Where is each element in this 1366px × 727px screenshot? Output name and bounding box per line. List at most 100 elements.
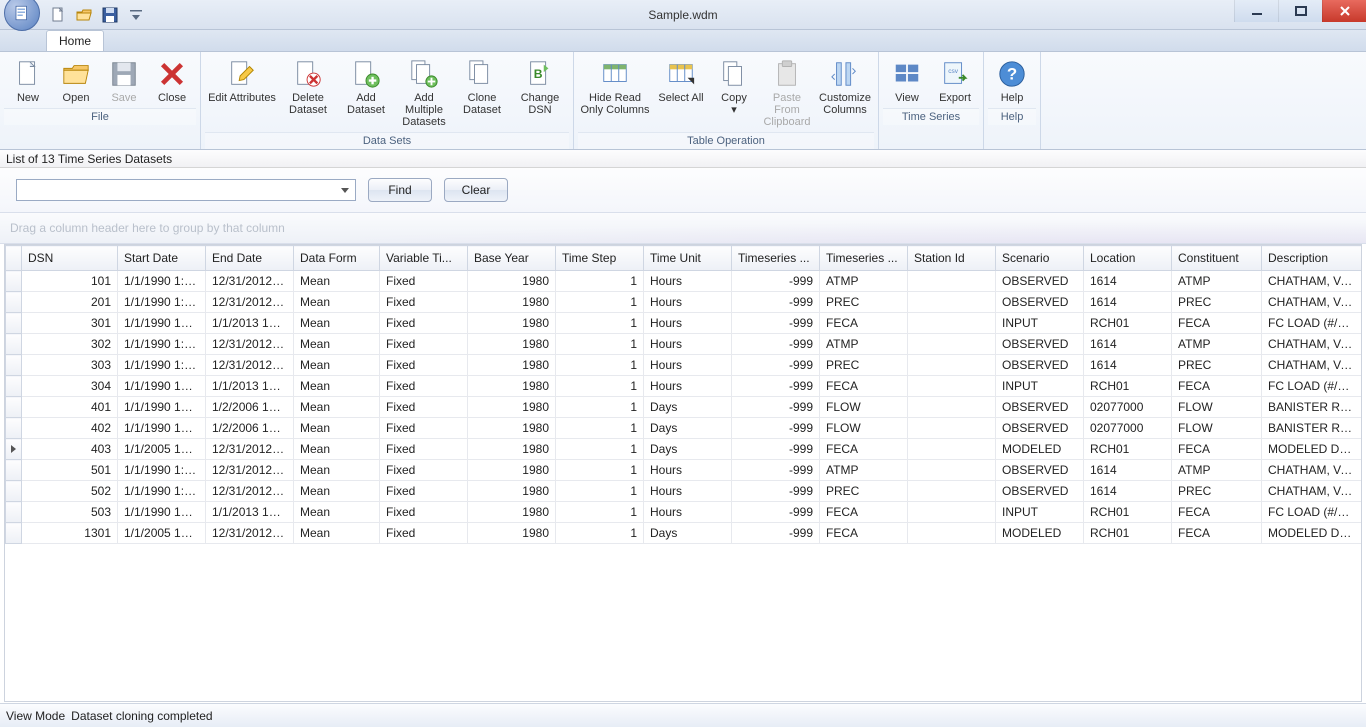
column-header[interactable]: Scenario bbox=[996, 246, 1084, 271]
grid-cell[interactable]: Days bbox=[644, 439, 732, 460]
open-folder-icon[interactable] bbox=[76, 7, 92, 23]
grid-cell[interactable]: 12/31/2012 1... bbox=[206, 271, 294, 292]
grid-cell[interactable]: 1/1/1990 12:0... bbox=[118, 397, 206, 418]
grid-cell[interactable]: 1/1/2005 12:0... bbox=[118, 439, 206, 460]
find-button[interactable]: Find bbox=[368, 178, 432, 202]
column-header[interactable]: End Date bbox=[206, 246, 294, 271]
grid-cell[interactable] bbox=[908, 271, 996, 292]
row-header[interactable] bbox=[6, 439, 22, 460]
grid-cell[interactable]: OBSERVED bbox=[996, 397, 1084, 418]
datasets-grid[interactable]: DSNStart DateEnd DateData FormVariable T… bbox=[5, 245, 1362, 544]
grid-cell[interactable] bbox=[908, 313, 996, 334]
column-header[interactable]: DSN bbox=[22, 246, 118, 271]
grid-cell[interactable]: Mean bbox=[294, 502, 380, 523]
grid-cell[interactable] bbox=[908, 355, 996, 376]
grid-cell[interactable] bbox=[908, 376, 996, 397]
close-button[interactable] bbox=[1322, 0, 1366, 22]
grid-cell[interactable]: OBSERVED bbox=[996, 292, 1084, 313]
grid-cell[interactable]: Hours bbox=[644, 313, 732, 334]
grid-cell[interactable]: ATMP bbox=[1172, 334, 1262, 355]
row-header[interactable] bbox=[6, 376, 22, 397]
grid-cell[interactable] bbox=[908, 502, 996, 523]
grid-cell[interactable]: FLOW bbox=[820, 397, 908, 418]
qat-dropdown-icon[interactable] bbox=[128, 7, 144, 23]
grid-cell[interactable]: Mean bbox=[294, 271, 380, 292]
table-row[interactable]: 13011/1/2005 12:0...12/31/2012 1...MeanF… bbox=[6, 523, 1362, 544]
table-row[interactable]: 4021/1/1990 12:0...1/2/2006 12:0...MeanF… bbox=[6, 418, 1362, 439]
grid-cell[interactable]: ATMP bbox=[820, 334, 908, 355]
grid-cell[interactable]: Fixed bbox=[380, 271, 468, 292]
grid-cell[interactable]: 12/31/2012 1... bbox=[206, 292, 294, 313]
grid-cell[interactable]: -999 bbox=[732, 418, 820, 439]
table-row[interactable]: 5021/1/1990 1:00...12/31/2012 1...MeanFi… bbox=[6, 481, 1362, 502]
grid-cell[interactable]: Fixed bbox=[380, 502, 468, 523]
grid-cell[interactable]: 403 bbox=[22, 439, 118, 460]
row-header[interactable] bbox=[6, 313, 22, 334]
grid-cell[interactable]: Mean bbox=[294, 313, 380, 334]
grid-cell[interactable]: RCH01 bbox=[1084, 502, 1172, 523]
new-file-icon[interactable] bbox=[50, 7, 66, 23]
grid-cell[interactable]: 1980 bbox=[468, 439, 556, 460]
row-header[interactable] bbox=[6, 355, 22, 376]
grid-cell[interactable] bbox=[908, 523, 996, 544]
grid-cell[interactable]: 301 bbox=[22, 313, 118, 334]
grid-cell[interactable]: ATMP bbox=[820, 460, 908, 481]
grid-cell[interactable]: OBSERVED bbox=[996, 271, 1084, 292]
grid-cell[interactable] bbox=[908, 481, 996, 502]
grid-cell[interactable]: Days bbox=[644, 418, 732, 439]
grid-cell[interactable]: 12/31/2012 1... bbox=[206, 481, 294, 502]
table-row[interactable]: 4031/1/2005 12:0...12/31/2012 1...MeanFi… bbox=[6, 439, 1362, 460]
grid-cell[interactable]: FECA bbox=[820, 376, 908, 397]
grid-cell[interactable]: Mean bbox=[294, 523, 380, 544]
grid-cell[interactable]: CHATHAM, VA ... bbox=[1262, 460, 1362, 481]
column-header[interactable]: Variable Ti... bbox=[380, 246, 468, 271]
row-header[interactable] bbox=[6, 271, 22, 292]
grid-cell[interactable]: MODELED bbox=[996, 523, 1084, 544]
grid-cell[interactable] bbox=[908, 292, 996, 313]
grid-cell[interactable]: 1 bbox=[556, 355, 644, 376]
column-header[interactable]: Base Year bbox=[468, 246, 556, 271]
grid-cell[interactable]: CHATHAM, VA ... bbox=[1262, 292, 1362, 313]
table-row[interactable]: 3041/1/1990 12:0...1/1/2013 12:0...MeanF… bbox=[6, 376, 1362, 397]
grid-cell[interactable]: PREC bbox=[1172, 355, 1262, 376]
grid-cell[interactable]: 1 bbox=[556, 502, 644, 523]
grid-cell[interactable]: 1980 bbox=[468, 355, 556, 376]
grid-cell[interactable]: FLOW bbox=[1172, 397, 1262, 418]
grid-cell[interactable]: 1980 bbox=[468, 376, 556, 397]
grid-cell[interactable]: BANISTER RIVE... bbox=[1262, 397, 1362, 418]
grid-cell[interactable]: PREC bbox=[1172, 292, 1262, 313]
grid-cell[interactable]: FECA bbox=[1172, 439, 1262, 460]
minimize-button[interactable] bbox=[1234, 0, 1278, 22]
grid-cell[interactable]: 101 bbox=[22, 271, 118, 292]
grid-cell[interactable]: OBSERVED bbox=[996, 460, 1084, 481]
grid-cell[interactable]: 1 bbox=[556, 481, 644, 502]
table-row[interactable]: 3011/1/1990 12:0...1/1/2013 12:0...MeanF… bbox=[6, 313, 1362, 334]
grid-cell[interactable]: PREC bbox=[820, 355, 908, 376]
grid-cell[interactable]: 1 bbox=[556, 292, 644, 313]
grid-cell[interactable]: FECA bbox=[1172, 376, 1262, 397]
grid-cell[interactable]: FECA bbox=[820, 313, 908, 334]
grid-cell[interactable]: Fixed bbox=[380, 523, 468, 544]
grid-cell[interactable]: Mean bbox=[294, 376, 380, 397]
grid-cell[interactable]: CHATHAM, VA ... bbox=[1262, 355, 1362, 376]
table-row[interactable]: 5031/1/1990 12:0...1/1/2013 12:0...MeanF… bbox=[6, 502, 1362, 523]
table-row[interactable]: 3031/1/1990 1:00...12/31/2012 1...MeanFi… bbox=[6, 355, 1362, 376]
grid-cell[interactable]: 1614 bbox=[1084, 481, 1172, 502]
grid-cell[interactable]: FC LOAD (#/H... bbox=[1262, 376, 1362, 397]
grid-cell[interactable]: ATMP bbox=[1172, 271, 1262, 292]
grid-cell[interactable]: Mean bbox=[294, 355, 380, 376]
column-header[interactable]: Description bbox=[1262, 246, 1362, 271]
export-button[interactable]: csv Export bbox=[931, 54, 979, 108]
grid-cell[interactable]: OBSERVED bbox=[996, 418, 1084, 439]
column-header[interactable]: Station Id bbox=[908, 246, 996, 271]
table-row[interactable]: 5011/1/1990 1:00...12/31/2012 1...MeanFi… bbox=[6, 460, 1362, 481]
row-header[interactable] bbox=[6, 334, 22, 355]
close-file-button[interactable]: Close bbox=[148, 54, 196, 108]
grid-cell[interactable]: Fixed bbox=[380, 460, 468, 481]
grid-cell[interactable]: Hours bbox=[644, 376, 732, 397]
grid-cell[interactable] bbox=[908, 439, 996, 460]
row-header[interactable] bbox=[6, 523, 22, 544]
save-button[interactable]: Save bbox=[100, 54, 148, 108]
search-combo[interactable] bbox=[16, 179, 356, 201]
grid-cell[interactable]: RCH01 bbox=[1084, 313, 1172, 334]
